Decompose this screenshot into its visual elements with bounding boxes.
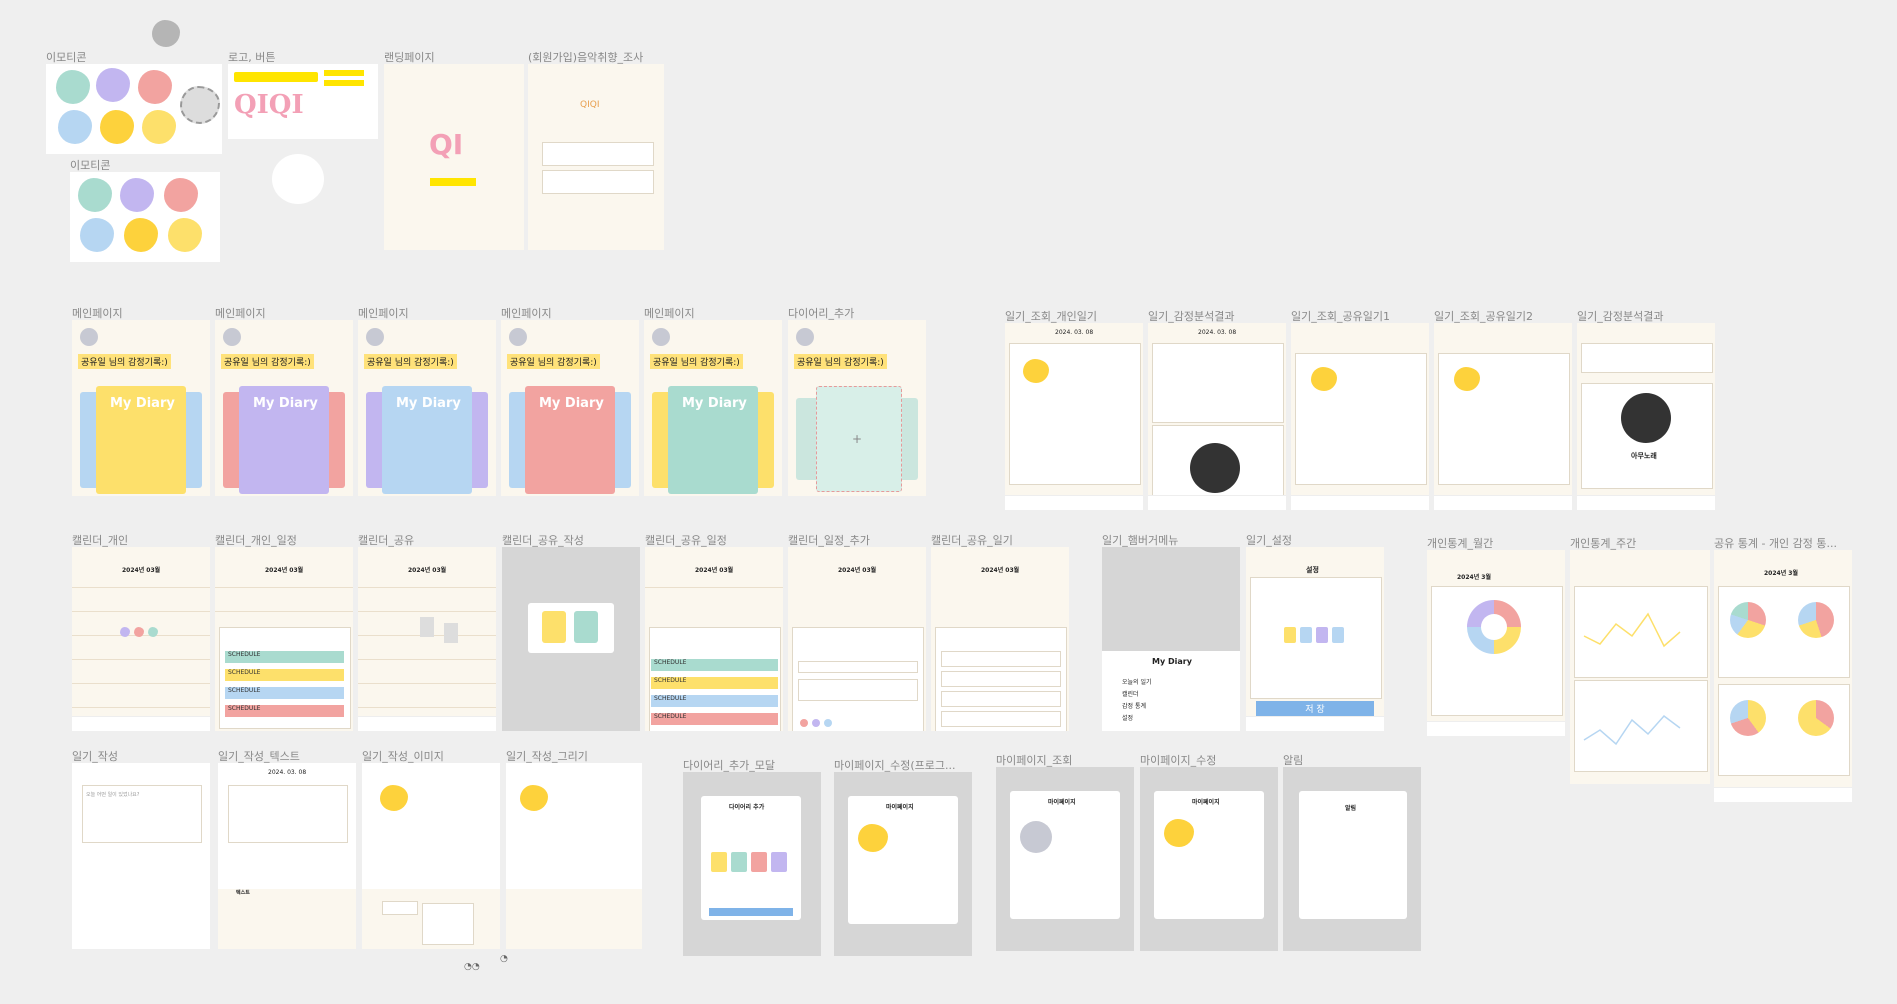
label-cal-shared: 캘린더_공유 (358, 534, 415, 547)
label-main2: 메인페이지 (215, 307, 266, 320)
label-stats-shared: 공유 통계 - 개인 감정 통... (1714, 537, 1838, 550)
label-write: 일기_작성 (72, 750, 118, 763)
emoticon-blue (58, 110, 92, 144)
cal-shared-write (502, 547, 640, 731)
label-mypage-edit-profile: 마이페이지_수정(프로그... (834, 759, 956, 772)
stats-shared: 2024년 3월 (1714, 550, 1852, 802)
label-stats-weekly: 개인통계_주간 (1570, 537, 1637, 550)
mypage-edit-profile: 마이페이지 (834, 772, 972, 956)
view-shared2 (1434, 323, 1572, 510)
label-view-shared2: 일기_조회_공유일기2 (1434, 310, 1533, 323)
weekly-line-chart-2 (1583, 714, 1681, 746)
diary-write-image (362, 763, 500, 949)
emoticon-purple (96, 68, 130, 102)
diary-add-modal: 다이어리 추가 (683, 772, 821, 956)
emoticon-green (56, 70, 90, 104)
mypage-edit: 마이페이지 (1140, 767, 1278, 951)
emotion-result2: 아무노래 (1577, 323, 1715, 510)
diary-write-draw (506, 763, 642, 949)
diary-settings: 설정 저 장 (1246, 547, 1384, 731)
logo-frame: QIQI (228, 64, 378, 139)
emoticon-yellow2 (142, 110, 176, 144)
cal-sched-add: 2024년 03월 (788, 547, 926, 731)
label-diary-add: 다이어리_추가 (788, 307, 855, 320)
label-emotion-result1: 일기_감정분석결과 (1148, 310, 1235, 323)
diary-write-text: 2024. 03. 08 텍스트 (218, 763, 356, 949)
view-shared1 (1291, 323, 1429, 510)
logo-circle (272, 154, 324, 204)
label-cal-shared-diary: 캘린더_공유_일기 (931, 534, 1013, 547)
main-page-4: 공유일 님의 감정기록:) My Diary (501, 320, 639, 496)
label-cal-shared-write: 캘린더_공유_작성 (502, 534, 584, 547)
cal-shared-sched: 2024년 03월 SCHEDULE SCHEDULE SCHEDULE SCH… (645, 547, 783, 731)
settings-save-button[interactable]: 저 장 (1256, 701, 1374, 716)
label-hamburger: 일기_햄버거메뉴 (1102, 534, 1179, 547)
diary-add-page: 공유일 님의 감정기록:) + (788, 320, 926, 496)
label-settings: 일기_설정 (1246, 534, 1292, 547)
label-write-image: 일기_작성_이미지 (362, 750, 444, 763)
label-cal-personal: 캘린더_개인 (72, 534, 129, 547)
main-page-3: 공유일 님의 감정기록:) My Diary (358, 320, 496, 496)
stats-weekly (1570, 550, 1710, 784)
label-stats-monthly: 개인통계_월간 (1427, 537, 1494, 550)
label-mypage-view: 마이페이지_조회 (996, 754, 1073, 767)
cal-shared: 2024년 03월 (358, 547, 496, 731)
label-notification: 알림 (1283, 754, 1304, 767)
label-landing: 랜딩페이지 (384, 51, 435, 64)
label-main1: 메인페이지 (72, 307, 123, 320)
small-icons: ◔◔ (464, 962, 480, 972)
label-cal-personal-sched: 캘린더_개인_일정 (215, 534, 297, 547)
label-view-personal: 일기_조회_개인일기 (1005, 310, 1097, 323)
label-logo-button: 로고, 버튼 (228, 51, 276, 64)
weekly-line-chart (1583, 612, 1681, 648)
diary-hamburger: My Diary 오늘의 일기 캘린더 감정 통계 설정 (1102, 547, 1240, 731)
gray-blob (152, 20, 180, 47)
label-write-text: 일기_작성_텍스트 (218, 750, 300, 763)
survey-frame: QIQI (528, 64, 664, 250)
label-cal-sched-add: 캘린더_일정_추가 (788, 534, 870, 547)
diary-write: 오늘 어떤 일이 있었나요? (72, 763, 210, 949)
label-main4: 메인페이지 (501, 307, 552, 320)
label-view-shared1: 일기_조회_공유일기1 (1291, 310, 1390, 323)
label-mypage-edit: 마이페이지_수정 (1140, 754, 1217, 767)
cal-personal: 2024년 03월 (72, 547, 210, 731)
view-personal: 2024. 03. 08 (1005, 323, 1143, 510)
main-page-5: 공유일 님의 감정기록:) My Diary (644, 320, 782, 496)
label-cal-shared-sched: 캘린더_공유_일정 (645, 534, 727, 547)
label-survey: (회원가입)음악취향_조사 (528, 51, 644, 64)
label-emoticon2: 이모티콘 (70, 159, 111, 172)
emoticon-yellow (100, 110, 134, 144)
label-emotion-result2: 일기_감정분석결과 (1577, 310, 1664, 323)
emoticon-frame-2 (70, 172, 220, 262)
label-main5: 메인페이지 (644, 307, 695, 320)
main-page-2: 공유일 님의 감정기록:) My Diary (215, 320, 353, 496)
label-write-draw: 일기_작성_그리기 (506, 750, 588, 763)
label-diary-add-modal: 다이어리_추가_모달 (683, 759, 775, 772)
emotion-result1: 2024. 03. 08 (1148, 323, 1286, 510)
stats-monthly: 2024년 3월 (1427, 550, 1565, 736)
cal-personal-sched: 2024년 03월 SCHEDULE SCHEDULE SCHEDULE SCH… (215, 547, 353, 731)
main-page-1: 공유일 님의 감정기록:) My Diary (72, 320, 210, 496)
notification-page: 알림 (1283, 767, 1421, 951)
landing-frame: QI (384, 64, 524, 250)
label-emoticon1: 이모티콘 (46, 51, 87, 64)
small-icon-2: ◔ (500, 954, 508, 964)
emoticon-red (138, 70, 172, 104)
emoticon-frame (46, 64, 222, 154)
mypage-view: 마이페이지 (996, 767, 1134, 951)
emoticon-dashed (180, 86, 220, 124)
cal-shared-diary: 2024년 03월 (931, 547, 1069, 731)
label-main3: 메인페이지 (358, 307, 409, 320)
